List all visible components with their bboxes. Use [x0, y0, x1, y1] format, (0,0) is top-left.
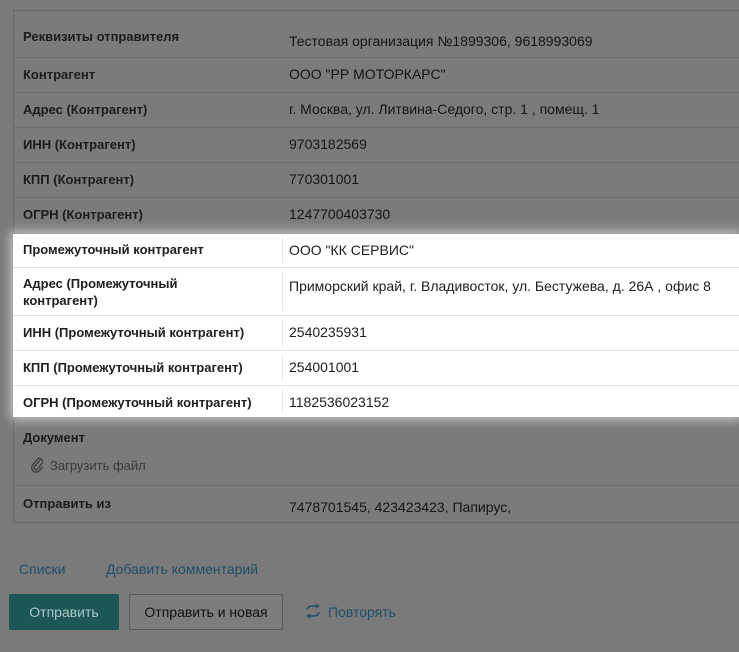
- row-counterparty: Контрагент ООО "РР МОТОРКАРС": [13, 58, 739, 93]
- send-from-value: 7478701545, 423423423, Папирус,: [289, 499, 512, 515]
- row-value: 254001001: [289, 359, 360, 375]
- row-value: 9703182569: [289, 136, 367, 152]
- paperclip-icon: [30, 455, 44, 476]
- row-label: Контрагент: [23, 67, 96, 82]
- column-divider: [282, 355, 283, 381]
- column-divider: [282, 390, 283, 413]
- column-divider: [282, 272, 283, 311]
- row-value: ООО "КК СЕРВИС": [289, 242, 414, 258]
- row-counterparty-address: Адрес (Контрагент) г. Москва, ул. Литвин…: [13, 93, 739, 128]
- row-value: Приморский край, г. Владивосток, ул. Бес…: [289, 278, 711, 294]
- row-counterparty-inn: ИНН (Контрагент) 9703182569: [13, 128, 739, 163]
- row-value: г. Москва, ул. Литвина-Седого, стр. 1 , …: [289, 101, 600, 117]
- repeat-label: Повторять: [328, 604, 396, 620]
- row-intermediate-address: Адрес (Промежуточный контрагент) Приморс…: [13, 268, 739, 316]
- upload-file-button[interactable]: Загрузить файл: [30, 455, 146, 476]
- repeat-button[interactable]: Повторять: [298, 594, 398, 630]
- repeat-icon: [304, 602, 322, 622]
- row-value: 1182536023152: [289, 394, 390, 410]
- row-value: Тестовая организация №1899306, 961899306…: [289, 33, 593, 49]
- row-sender-details: Реквизиты отправителя Тестовая организац…: [13, 23, 739, 58]
- row-value: 2540235931: [289, 324, 367, 340]
- row-intermediate-ogrn: ОГРН (Промежуточный контрагент) 11825360…: [13, 386, 739, 417]
- row-label: Адрес (Промежуточный контрагент): [23, 276, 178, 308]
- column-divider: [282, 320, 283, 346]
- row-intermediate-counterparty: Промежуточный контрагент ООО "КК СЕРВИС": [13, 234, 739, 268]
- send-button[interactable]: Отправить: [9, 594, 119, 630]
- send-and-new-button[interactable]: Отправить и новая: [129, 594, 283, 630]
- row-label: Реквизиты отправителя: [23, 29, 180, 44]
- document-label: Документ: [23, 430, 85, 445]
- row-label: ОГРН (Контрагент): [23, 207, 143, 222]
- add-comment-link[interactable]: Добавить комментарий: [106, 561, 258, 577]
- send-from-label: Отправить из: [23, 496, 111, 511]
- row-counterparty-kpp: КПП (Контрагент) 770301001: [13, 163, 739, 198]
- row-value: ООО "РР МОТОРКАРС": [289, 66, 446, 82]
- row-send-from: Отправить из 7478701545, 423423423, Папи…: [13, 486, 739, 523]
- row-counterparty-ogrn: ОГРН (Контрагент) 1247700403730: [13, 198, 739, 234]
- row-label: Адрес (Контрагент): [23, 102, 148, 117]
- row-intermediate-kpp: КПП (Промежуточный контрагент) 254001001: [13, 351, 739, 386]
- row-label: Промежуточный контрагент: [23, 242, 204, 257]
- row-value: 770301001: [289, 171, 360, 187]
- column-divider: [282, 238, 283, 263]
- row-label: ОГРН (Промежуточный контрагент): [23, 395, 252, 410]
- upload-file-label: Загрузить файл: [50, 458, 146, 473]
- row-label: КПП (Контрагент): [23, 172, 135, 187]
- row-label: КПП (Промежуточный контрагент): [23, 360, 243, 375]
- row-label: ИНН (Промежуточный контрагент): [23, 325, 245, 340]
- row-intermediate-inn: ИНН (Промежуточный контрагент) 254023593…: [13, 316, 739, 351]
- row-value: 1247700403730: [289, 206, 391, 222]
- lists-link[interactable]: Списки: [19, 561, 65, 577]
- row-label: ИНН (Контрагент): [23, 137, 136, 152]
